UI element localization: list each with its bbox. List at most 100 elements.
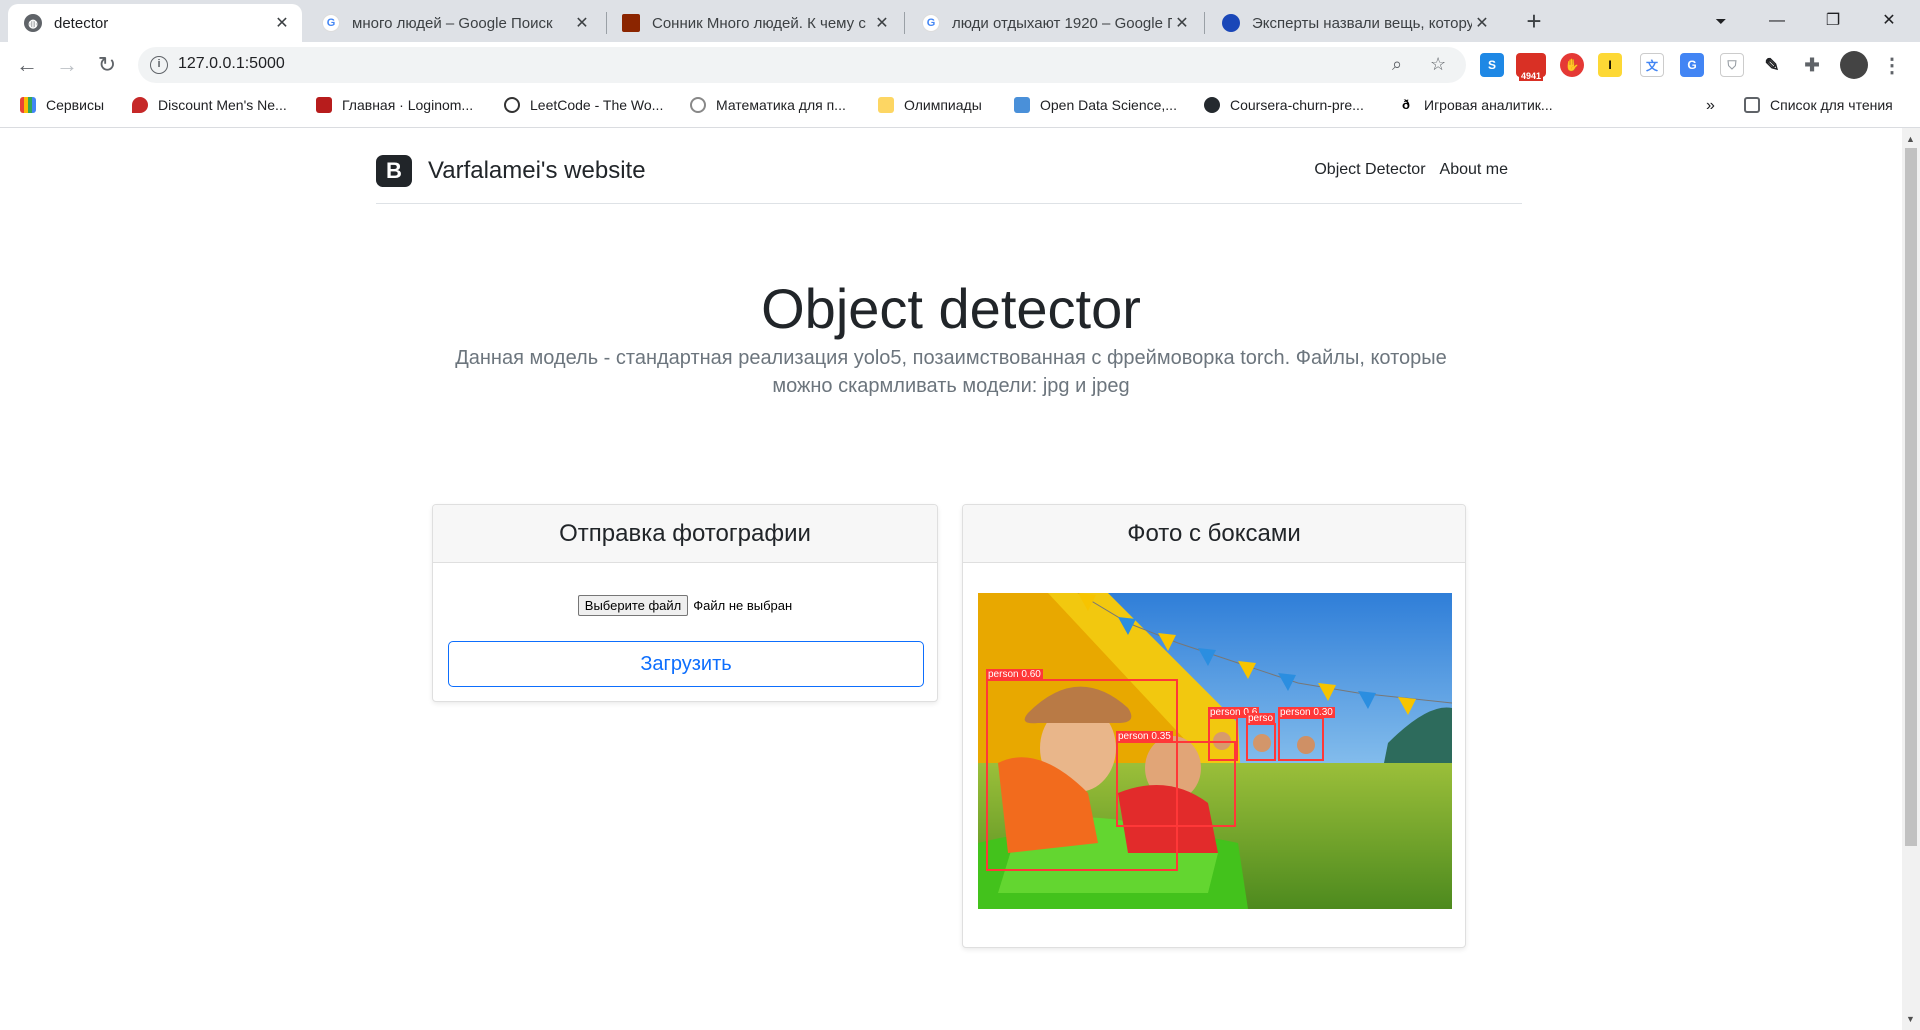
tab-google-search-2[interactable]: G люди отдыхают 1920 – Google П ✕ xyxy=(906,4,1202,42)
tab-strip: ◍ detector ✕ G много людей – Google Поис… xyxy=(0,0,1920,42)
skype-extension-icon[interactable]: S xyxy=(1480,53,1504,77)
file-input[interactable]: Выберите файл Файл не выбран xyxy=(433,595,937,616)
bookmark-olympiads[interactable]: Олимпиады xyxy=(878,97,982,113)
file-status: Файл не выбран xyxy=(693,598,793,613)
bookmark-label: Coursera-churn-pre... xyxy=(1230,97,1364,113)
restore-button[interactable]: ❐ xyxy=(1810,6,1856,36)
github-icon xyxy=(1204,97,1220,113)
result-card: Фото с боксами person 0.60 person 0.35 p… xyxy=(962,504,1466,948)
atom-icon xyxy=(690,97,706,113)
tab-sonnik[interactable]: Сонник Много людей. К чему с ✕ xyxy=(606,4,902,42)
browser-chrome: ◍ detector ✕ G много людей – Google Поис… xyxy=(0,0,1920,128)
detection-label: person 0.60 xyxy=(986,669,1043,680)
yandex-extension-icon[interactable]: I xyxy=(1598,53,1622,77)
address-bar[interactable]: i 127.0.0.1:5000 ⌕ ☆ xyxy=(138,47,1466,83)
tab-title: много людей – Google Поиск xyxy=(352,14,553,32)
scroll-up-icon[interactable]: ▲ xyxy=(1906,134,1915,144)
scroll-down-icon[interactable]: ▼ xyxy=(1906,1014,1915,1024)
bookmark-label: Сервисы xyxy=(46,97,105,113)
close-icon[interactable]: ✕ xyxy=(872,13,892,33)
new-tab-button[interactable]: + xyxy=(1520,8,1548,36)
choose-file-button[interactable]: Выберите файл xyxy=(577,595,689,616)
bookmark-ods[interactable]: Open Data Science,... xyxy=(1014,97,1177,113)
menu-kebab-icon[interactable]: ⋮ xyxy=(1880,53,1904,77)
mail-extension-icon[interactable]: 4941 xyxy=(1516,53,1546,81)
globe-icon: ◍ xyxy=(24,14,42,32)
zoom-icon[interactable]: ⌕ xyxy=(1392,54,1402,75)
hat-icon xyxy=(316,97,332,113)
bookmark-math[interactable]: Математика для п... xyxy=(690,97,846,113)
close-icon[interactable]: ✕ xyxy=(572,13,592,33)
minimize-button[interactable]: — xyxy=(1754,6,1800,36)
extensions-puzzle-icon[interactable]: ✚ xyxy=(1800,53,1824,77)
bookmark-game-analytics[interactable]: ð Игровая аналитик... xyxy=(1398,97,1553,113)
close-icon[interactable]: ✕ xyxy=(1172,13,1192,33)
bookmark-label: Discount Men's Ne... xyxy=(158,97,287,113)
mail-badge: 4941 xyxy=(1518,71,1544,81)
detection-box xyxy=(1246,723,1276,761)
upload-button[interactable]: Загрузить xyxy=(448,641,924,687)
page-content: B Varfalamei's website Object Detector A… xyxy=(0,128,1902,1030)
back-button[interactable]: ← xyxy=(12,50,42,80)
site-nav: Object Detector About me xyxy=(1314,161,1508,179)
result-card-title: Фото с боксами xyxy=(963,505,1465,563)
bookmark-loginom[interactable]: Главная · Loginom... xyxy=(316,97,473,113)
pin-icon[interactable]: ✎ xyxy=(1760,53,1784,77)
folder-icon xyxy=(878,97,894,113)
detection-label: person 0.30 xyxy=(1278,707,1335,718)
shoe-icon xyxy=(132,97,148,113)
forward-button[interactable]: → xyxy=(52,50,82,80)
tab-title: люди отдыхают 1920 – Google П xyxy=(952,14,1172,32)
tab-title: Сонник Много людей. К чему с xyxy=(652,14,866,32)
bookmark-label: Олимпиады xyxy=(904,97,982,113)
upload-card-title: Отправка фотографии xyxy=(433,505,937,563)
tab-detector[interactable]: ◍ detector ✕ xyxy=(8,4,302,42)
detection-label: perso xyxy=(1246,713,1276,724)
page-scrollbar[interactable]: ▲ ▼ xyxy=(1902,128,1920,1030)
tab-news[interactable]: Эксперты назвали вещь, котору ✕ xyxy=(1206,4,1502,42)
bookmark-label: Игровая аналитик... xyxy=(1424,97,1553,113)
brand-link[interactable]: B Varfalamei's website xyxy=(376,155,646,187)
upload-card: Отправка фотографии Выберите файл Файл н… xyxy=(432,504,938,702)
bookmark-coursera[interactable]: Coursera-churn-pre... xyxy=(1204,97,1364,113)
bookmark-star-icon[interactable]: ☆ xyxy=(1430,54,1446,75)
tab-separator xyxy=(1204,12,1205,34)
nav-object-detector[interactable]: Object Detector xyxy=(1314,161,1425,179)
bookmark-label: LeetCode - The Wo... xyxy=(530,97,664,113)
tab-search-button[interactable]: ⏷ xyxy=(1698,6,1744,36)
close-window-button[interactable]: ✕ xyxy=(1866,6,1912,36)
google-translate-icon[interactable]: G xyxy=(1680,53,1704,77)
close-icon[interactable]: ✕ xyxy=(1472,13,1492,33)
leetcode-icon xyxy=(504,97,520,113)
tab-google-search-1[interactable]: G много людей – Google Поиск ✕ xyxy=(306,4,602,42)
bookmark-leetcode[interactable]: LeetCode - The Wo... xyxy=(504,97,663,113)
bookmark-discount[interactable]: Discount Men's Ne... xyxy=(132,97,287,113)
avatar[interactable] xyxy=(1840,51,1868,79)
site-header: B Varfalamei's website Object Detector A… xyxy=(376,128,1522,204)
browser-toolbar: ← → ↻ i 127.0.0.1:5000 ⌕ ☆ S 4941 ✋ I 文 … xyxy=(0,42,1920,88)
scrollbar-thumb[interactable] xyxy=(1905,148,1917,846)
close-icon[interactable]: ✕ xyxy=(272,13,292,33)
bookmarks-more-button[interactable]: » xyxy=(1706,97,1715,115)
tab-title: detector xyxy=(54,14,109,32)
url-text[interactable]: 127.0.0.1:5000 xyxy=(178,55,285,73)
detection-result-image: person 0.60 person 0.35 person 0.6 perso… xyxy=(978,593,1452,909)
reading-list-button[interactable]: Список для чтения xyxy=(1744,97,1893,113)
reload-button[interactable]: ↻ xyxy=(92,50,122,80)
site-icon: ð xyxy=(1398,97,1414,113)
shield-extension-icon[interactable]: ⛉ xyxy=(1720,53,1744,77)
news-site-icon xyxy=(1222,14,1240,32)
nav-about-me[interactable]: About me xyxy=(1440,161,1508,179)
detection-label: person 0.35 xyxy=(1116,731,1173,742)
bookmark-services[interactable]: Сервисы xyxy=(20,97,104,113)
page-title: Object detector xyxy=(761,277,1141,340)
detection-box xyxy=(1208,717,1238,761)
bookmark-label: Главная · Loginom... xyxy=(342,97,474,113)
brand-name: Varfalamei's website xyxy=(428,157,646,184)
info-icon[interactable]: i xyxy=(150,56,168,74)
adblock-extension-icon[interactable]: ✋ xyxy=(1560,53,1584,77)
reading-list-icon xyxy=(1744,97,1760,113)
page-description: Данная модель - стандартная реализация y… xyxy=(455,347,1447,397)
translate-extension-icon[interactable]: 文 xyxy=(1640,53,1664,77)
tab-title: Эксперты назвали вещь, котору xyxy=(1252,14,1472,32)
